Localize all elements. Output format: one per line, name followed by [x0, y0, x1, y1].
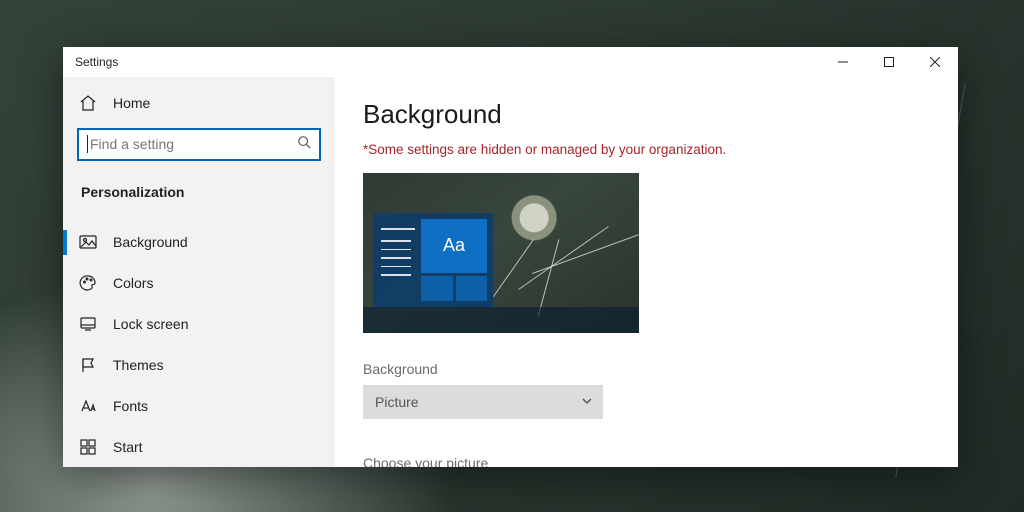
- sidebar-item-label: Background: [113, 234, 188, 250]
- sidebar: Home Personalization: [63, 77, 335, 467]
- window-title: Settings: [75, 55, 118, 69]
- titlebar: Settings: [63, 47, 958, 77]
- sidebar-item-label: Start: [113, 439, 143, 455]
- page-heading: Background: [363, 99, 930, 130]
- sidebar-item-label: Fonts: [113, 398, 148, 414]
- sidebar-section-title: Personalization: [63, 175, 335, 208]
- picture-icon: [79, 233, 97, 251]
- fonts-icon: [79, 397, 97, 415]
- settings-window: Settings Home: [63, 47, 958, 467]
- sidebar-item-label: Home: [113, 95, 150, 111]
- desktop-preview: Aa: [363, 173, 639, 333]
- search-input[interactable]: [90, 136, 297, 152]
- sidebar-item-colors[interactable]: Colors: [63, 263, 335, 304]
- policy-warning: *Some settings are hidden or managed by …: [363, 142, 930, 157]
- sidebar-item-start[interactable]: Start: [63, 426, 335, 467]
- sidebar-item-themes[interactable]: Themes: [63, 344, 335, 385]
- sidebar-item-background[interactable]: Background: [63, 222, 335, 263]
- preview-start-menu: Aa: [373, 213, 493, 307]
- dropdown-value: Picture: [375, 394, 419, 410]
- background-type-dropdown[interactable]: Picture: [363, 385, 603, 419]
- close-button[interactable]: [912, 47, 958, 77]
- lockscreen-icon: [79, 315, 97, 333]
- home-icon: [79, 94, 97, 112]
- palette-icon: [79, 274, 97, 292]
- sidebar-item-lockscreen[interactable]: Lock screen: [63, 304, 335, 345]
- sidebar-item-fonts[interactable]: Fonts: [63, 385, 335, 426]
- chevron-down-icon: [581, 394, 593, 410]
- window-controls: [820, 47, 958, 77]
- choose-picture-label: Choose your picture: [363, 455, 488, 467]
- sidebar-item-home[interactable]: Home: [63, 83, 335, 124]
- main-content: Background *Some settings are hidden or …: [335, 77, 958, 467]
- maximize-button[interactable]: [866, 47, 912, 77]
- desktop-wallpaper: Settings Home: [0, 0, 1024, 512]
- preview-taskbar: [363, 307, 639, 333]
- start-icon: [79, 438, 97, 456]
- background-field-label: Background: [363, 361, 930, 377]
- themes-icon: [79, 356, 97, 374]
- search-input-container[interactable]: [77, 128, 321, 161]
- sidebar-item-label: Lock screen: [113, 316, 188, 332]
- text-caret: [87, 135, 88, 153]
- preview-sample-text: Aa: [421, 219, 487, 273]
- sidebar-item-label: Colors: [113, 275, 153, 291]
- search-icon: [297, 135, 311, 154]
- sidebar-item-label: Themes: [113, 357, 164, 373]
- minimize-button[interactable]: [820, 47, 866, 77]
